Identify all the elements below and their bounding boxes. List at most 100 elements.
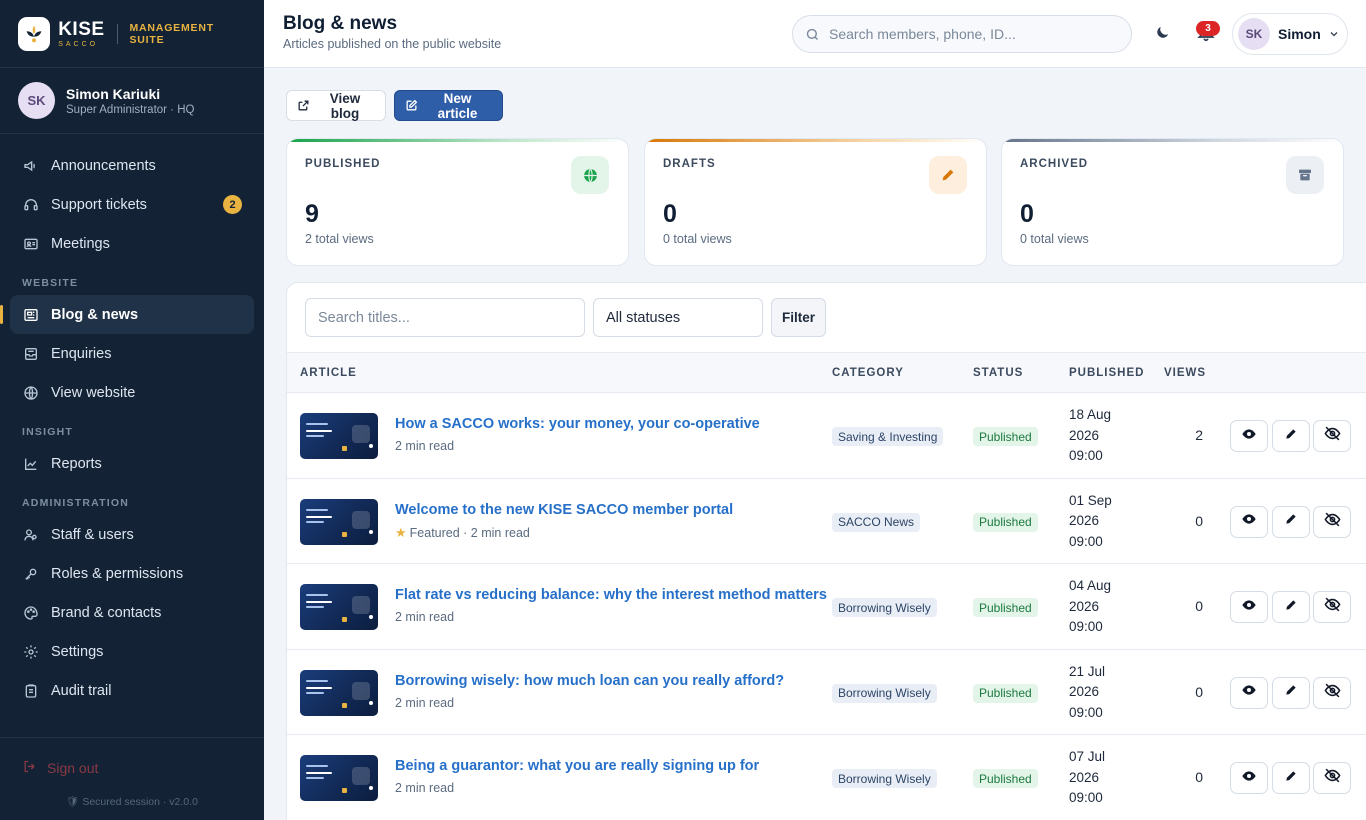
edit-button[interactable] [1272,420,1310,452]
read-time: Featured · 2 min read [409,525,530,540]
article-title-link[interactable]: Flat rate vs reducing balance: why the i… [395,587,827,603]
sidebar-item-brand-contacts[interactable]: Brand & contacts [10,593,254,632]
view-count: 0 [1195,769,1203,785]
unpublish-button[interactable] [1313,591,1351,623]
sidebar-item-announcements[interactable]: Announcements [10,146,254,185]
eye-slash-icon [1324,767,1341,789]
new-article-button[interactable]: New article [394,90,503,121]
ticket-count-badge: 2 [223,195,242,214]
preview-button[interactable] [1230,505,1268,538]
edit-button[interactable] [1272,676,1310,709]
published-time: 09:00 [1069,619,1103,634]
filter-button[interactable]: Filter [771,298,826,337]
view-count: 2 [1195,427,1203,443]
sidebar-item-support-tickets[interactable]: Support tickets 2 [10,185,254,224]
sidebar-item-label: Reports [51,455,102,472]
unpublish-button[interactable] [1313,676,1351,709]
published-date: 21 Jul 2026 09:00 [1069,662,1119,724]
sidebar-item-settings[interactable]: Settings [10,632,254,671]
pencil-icon [1284,683,1298,702]
sidebar-item-roles-permissions[interactable]: Roles & permissions [10,554,254,593]
published-time: 09:00 [1069,448,1103,463]
category-badge: Borrowing Wisely [832,769,937,788]
sidebar-item-label: Enquiries [51,345,112,362]
published-day: 07 Jul [1069,749,1106,764]
session-info: 🛡︎ Secured session · v2.0.0 [0,795,264,808]
sidebar-user: SK Simon Kariuki Super Administrator · H… [0,68,264,134]
published-time: 09:00 [1069,533,1103,549]
preview-button[interactable] [1230,762,1268,794]
preview-button[interactable] [1230,591,1268,623]
status-badge: Published [973,598,1038,617]
view-blog-button[interactable]: View blog [286,90,386,121]
article-title-link[interactable]: Welcome to the new KISE SACCO member por… [395,502,733,518]
article-title-link[interactable]: How a SACCO works: your money, your co-o… [395,416,760,432]
card-value: 0 [663,200,677,228]
article-thumbnail [300,413,378,459]
signout-label: Sign out [47,760,99,776]
user-short-name: Simon [1278,26,1321,42]
user-menu[interactable]: SK Simon [1232,13,1348,55]
sidebar-item-meetings[interactable]: Meetings [10,224,254,263]
published-year: 2026 [1069,598,1100,614]
eye-icon [1241,682,1257,703]
unpublish-button[interactable] [1313,420,1351,452]
published-time: 09:00 [1069,790,1103,805]
sidebar-item-label: Announcements [51,157,156,174]
card-value: 0 [1020,200,1034,228]
title-search-input[interactable] [305,298,585,337]
status-select[interactable]: All statuses [593,298,763,337]
moon-icon[interactable] [1154,24,1171,41]
sidebar-nav: Announcements Support tickets 2 Meetings… [0,134,264,710]
page-title: Blog & news [283,13,398,34]
table-header: ARTICLE CATEGORY STATUS PUBLISHED VIEWS [287,353,1366,393]
article-thumbnail [300,498,378,545]
signout-button[interactable]: Sign out [0,738,264,798]
unpublish-button[interactable] [1313,762,1351,794]
status-badge: Published [973,427,1038,446]
sidebar-item-audit-trail[interactable]: Audit trail [10,671,254,710]
logout-icon [22,759,37,777]
edit-button[interactable] [1272,505,1310,538]
unpublish-button[interactable] [1313,505,1351,538]
col-article: ARTICLE [300,367,357,379]
notification-badge: 3 [1196,21,1220,36]
global-search[interactable] [792,15,1132,53]
edit-button[interactable] [1272,591,1310,623]
stat-card-published: PUBLISHED 9 2 total views [286,138,629,266]
card-label: DRAFTS [663,158,716,170]
archive-icon [1286,156,1324,194]
article-title-link[interactable]: Being a guarantor: what you are really s… [395,758,759,774]
status-badge: Published [973,512,1038,532]
eye-slash-icon [1324,596,1341,618]
article-meta: 2 min read [395,781,454,795]
brand-name: KISE [58,18,105,40]
sidebar: KISE SACCO MANAGEMENT SUITE SK Simon Kar… [0,0,264,820]
sidebar-item-staff-users[interactable]: Staff & users [10,515,254,554]
card-label: PUBLISHED [305,158,381,170]
brand[interactable]: KISE SACCO MANAGEMENT SUITE [0,0,264,68]
filter-bar: All statuses Filter [287,283,1366,353]
sidebar-item-enquiries[interactable]: Enquiries [10,334,254,373]
top-header: Blog & news Articles published on the pu… [264,0,1366,68]
pencil-icon [929,156,967,194]
sidebar-item-reports[interactable]: Reports [10,444,254,483]
article-title-link[interactable]: Borrowing wisely: how much loan can you … [395,673,784,689]
card-meta: 0 total views [663,232,732,246]
preview-button[interactable] [1230,676,1268,709]
preview-button[interactable] [1230,420,1268,452]
search-input[interactable] [829,26,1109,42]
pencil-icon [1284,512,1298,531]
nav-section-administration: ADMINISTRATION [22,497,130,509]
edit-button[interactable] [1272,762,1310,794]
sidebar-item-blog-news[interactable]: Blog & news [0,295,254,334]
user-name: Simon Kariuki [66,85,161,102]
view-count: 0 [1195,598,1203,614]
eye-icon [1241,511,1257,532]
avatar: SK [1238,18,1270,50]
shield-icon: 🛡︎ [66,796,80,808]
sidebar-item-view-website[interactable]: View website [10,373,254,412]
chevron-down-icon [1328,28,1340,40]
globe-icon [22,384,40,402]
status-badge: Published [973,683,1038,703]
